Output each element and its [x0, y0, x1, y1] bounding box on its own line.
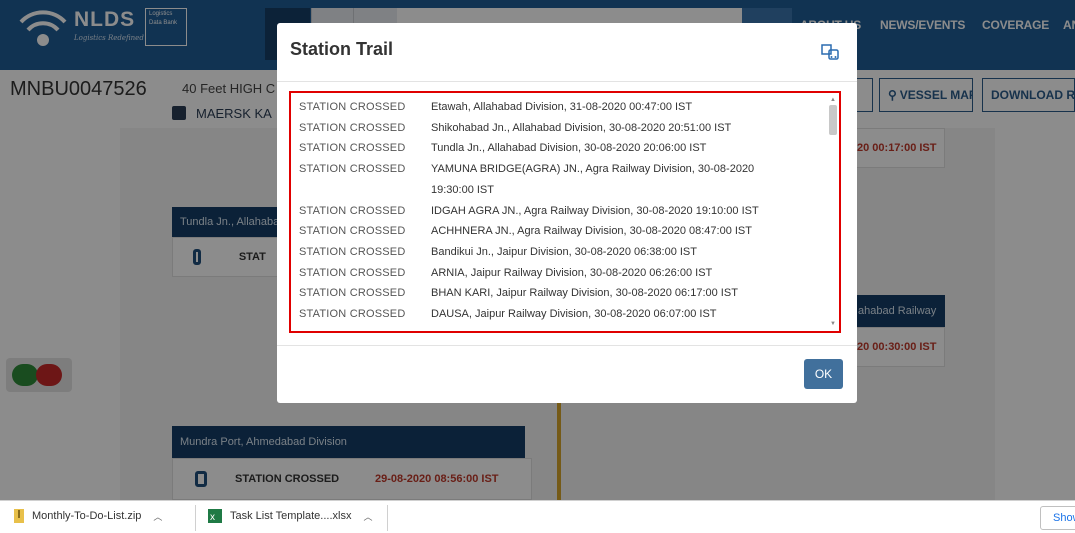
trail-text: Tundla Jn., Allahabad Division, 30-08-20…	[431, 142, 707, 155]
trail-status: STATION CROSSED	[299, 308, 406, 321]
trail-status: STATION CROSSED	[299, 142, 406, 155]
trail-row: STATION CROSSED ARNIA, Jaipur Railway Div…	[291, 263, 826, 284]
scroll-thumb[interactable]	[829, 105, 837, 135]
chevron-up-icon[interactable]: ︿	[363, 510, 372, 523]
chevron-up-icon[interactable]: ︿	[153, 510, 162, 523]
trail-row: STATION CROSSED Etawah, Allahabad Divisio…	[291, 97, 826, 118]
svg-text:x: x	[210, 512, 215, 523]
shelf-divider	[195, 505, 196, 531]
show-all-button[interactable]: Show	[1040, 506, 1075, 530]
scroll-up-icon[interactable]: ▲	[830, 97, 836, 103]
trail-status: STATION CROSSED	[299, 245, 406, 258]
trail-status: STATION CROSSED	[299, 225, 406, 238]
trail-row: STATION CROSSED Shikohabad Jn., Allahabad…	[291, 118, 826, 139]
trail-status: STATION CROSSED	[299, 163, 406, 176]
trail-row: STATION CROSSED Bandikui Jn., Jaipur Divi…	[291, 242, 826, 263]
trail-status: STATION CROSSED	[299, 204, 406, 217]
trail-text: Bandikui Jn., Jaipur Division, 30-08-202…	[431, 245, 697, 258]
trail-status: STATION CROSSED	[299, 101, 406, 113]
trail-text: ACHHNERA JN., Agra Railway Division, 30-…	[431, 225, 752, 238]
trail-rows: STATION CROSSED Etawah, Allahabad Divisio…	[291, 97, 826, 325]
download-file-name: Monthly-To-Do-List.zip	[32, 510, 142, 522]
trail-scrollbar[interactable]: ▲ ▼	[829, 97, 837, 327]
trail-text: IDGAH AGRA JN., Agra Railway Division, 3…	[431, 204, 759, 217]
trail-text: Etawah, Allahabad Division, 31-08-2020 0…	[431, 101, 693, 113]
trail-row: STATION CROSSED BHAN KARI, Jaipur Railway…	[291, 283, 826, 304]
download-item-xlsx[interactable]: x Task List Template....xlsx ︿	[208, 509, 372, 523]
excel-file-icon: x	[208, 509, 222, 523]
trail-status: STATION CROSSED	[299, 121, 406, 134]
trail-text: ARNIA, Jaipur Railway Division, 30-08-20…	[431, 266, 713, 279]
station-trail-list[interactable]: STATION CROSSED Etawah, Allahabad Divisio…	[289, 91, 841, 333]
trail-row: STATION CROSSED DAUSA, Jaipur Railway Div…	[291, 304, 826, 325]
ok-button[interactable]: OK	[804, 359, 843, 389]
modal-footer-divider	[277, 345, 857, 346]
download-file-name: Task List Template....xlsx	[230, 510, 352, 522]
trail-row: STATION CROSSED YAMUNA BRIDGE(AGRA) JN., …	[291, 159, 826, 200]
trail-text: Shikohabad Jn., Allahabad Division, 30-0…	[431, 121, 732, 134]
trail-row: STATION CROSSED ACHHNERA JN., Agra Railwa…	[291, 221, 826, 242]
zip-file-icon	[14, 509, 24, 523]
trail-text: YAMUNA BRIDGE(AGRA) JN., Agra Railway Di…	[431, 163, 755, 196]
trail-text: DAUSA, Jaipur Railway Division, 30-08-20…	[431, 308, 717, 321]
station-trail-modal: Station Trail STATION CROSSED Etawah, All…	[277, 23, 857, 403]
trail-row: STATION CROSSED IDGAH AGRA JN., Agra Rail…	[291, 201, 826, 222]
trail-status: STATION CROSSED	[299, 266, 406, 279]
train-route-icon[interactable]	[820, 42, 840, 62]
trail-status: STATION CROSSED	[299, 287, 406, 300]
trail-row: STATION CROSSED Tundla Jn., Allahabad Div…	[291, 138, 826, 159]
modal-title: Station Trail	[290, 39, 394, 59]
shelf-divider	[387, 505, 388, 531]
modal-divider	[277, 81, 857, 82]
download-shelf: Monthly-To-Do-List.zip ︿ x Task List Tem…	[0, 500, 1075, 533]
scroll-down-icon[interactable]: ▼	[830, 321, 836, 327]
trail-text: BHAN KARI, Jaipur Railway Division, 30-0…	[431, 287, 738, 300]
download-item-zip[interactable]: Monthly-To-Do-List.zip ︿	[14, 509, 162, 523]
